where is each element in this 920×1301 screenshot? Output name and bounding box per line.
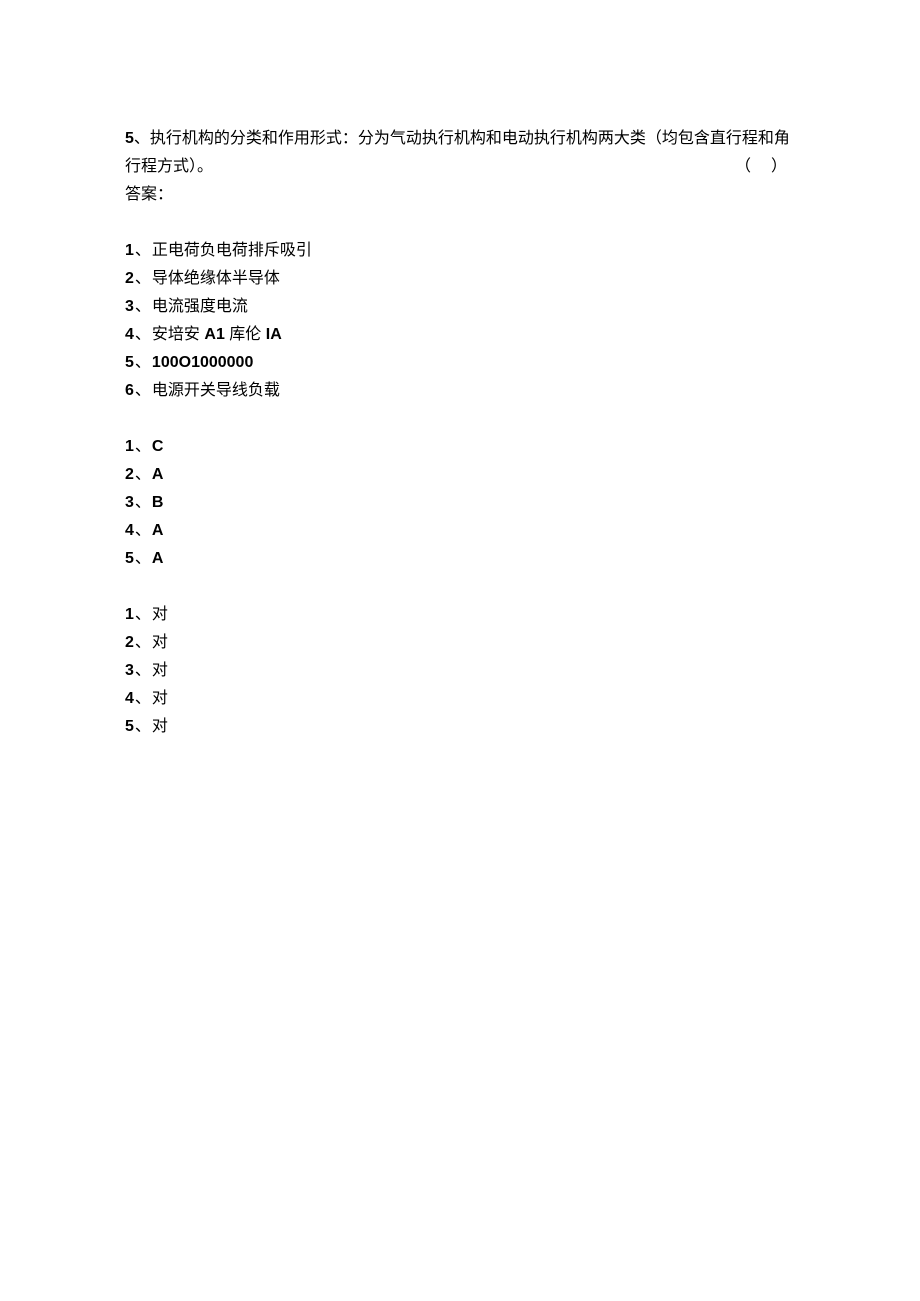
fill-blank-5: 5、100O1000000 xyxy=(125,349,795,377)
fill-blank-3: 3、电流强度电流 xyxy=(125,293,795,321)
fill-blank-2: 2、导体绝缘体半导体 xyxy=(125,265,795,293)
judge-2: 2、对 xyxy=(125,629,795,657)
judge-3: 3、对 xyxy=(125,657,795,685)
question-5-text-1: 执行机构的分类和作用形式：分为气动执行机构和电动执行机构两大类（均包含直行程和角 xyxy=(150,130,790,147)
choice-2: 2、A xyxy=(125,461,795,489)
choice-3: 3、B xyxy=(125,489,795,517)
question-5-bracket: （ ） xyxy=(727,153,795,181)
judge-1: 1、对 xyxy=(125,601,795,629)
judge-5: 5、对 xyxy=(125,713,795,741)
choice-1: 1、C xyxy=(125,433,795,461)
judge-4: 4、对 xyxy=(125,685,795,713)
choice-5: 5、A xyxy=(125,545,795,573)
question-5-text-2: 行程方式）。 xyxy=(125,153,727,181)
answer-label: 答案： xyxy=(125,181,795,209)
question-5-number: 5 xyxy=(125,130,134,147)
question-5-line-1: 5、执行机构的分类和作用形式：分为气动执行机构和电动执行机构两大类（均包含直行程… xyxy=(125,125,795,153)
fill-blank-6: 6、电源开关导线负载 xyxy=(125,377,795,405)
question-5-line-2: 行程方式）。 （ ） xyxy=(125,153,795,181)
fill-blank-1: 1、正电荷负电荷排斥吸引 xyxy=(125,237,795,265)
question-5-separator: 、 xyxy=(134,130,150,147)
choice-4: 4、A xyxy=(125,517,795,545)
fill-blank-4: 4、安培安 A1 库伦 IA xyxy=(125,321,795,349)
